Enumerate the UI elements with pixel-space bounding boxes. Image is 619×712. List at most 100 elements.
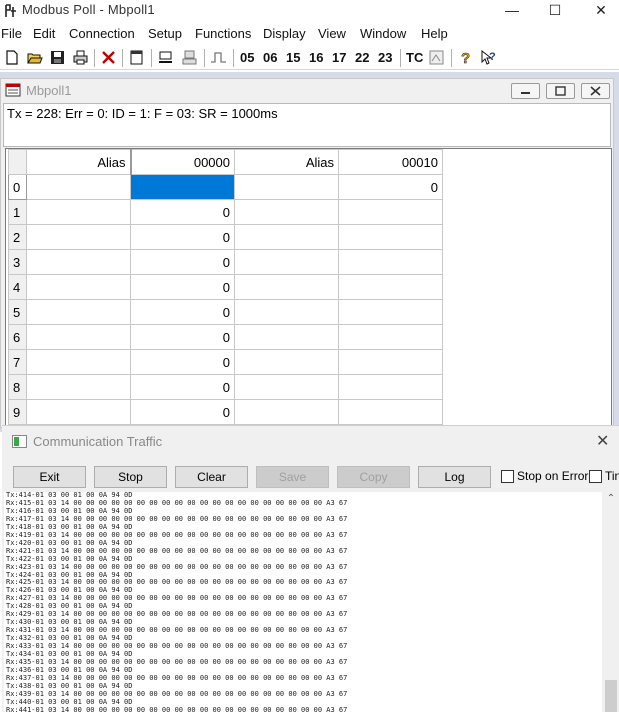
fc16-button[interactable]: 16 bbox=[309, 50, 323, 65]
register-grid[interactable]: Alias 00000 Alias 00010 0 0 1 0 2 0 3 0 … bbox=[5, 148, 612, 428]
register-value-cell[interactable] bbox=[338, 274, 443, 300]
register-value-cell[interactable]: 0 bbox=[130, 399, 235, 425]
close-icon[interactable]: ✕ bbox=[596, 431, 609, 451]
register-value-cell[interactable]: 0 bbox=[130, 324, 235, 350]
table-row: 6 0 bbox=[8, 324, 443, 350]
register-value-cell[interactable] bbox=[338, 199, 443, 225]
column-header-address[interactable]: 00010 bbox=[338, 149, 443, 175]
monitor-icon[interactable] bbox=[181, 49, 198, 66]
child-restore-button[interactable] bbox=[546, 83, 575, 99]
alias-cell[interactable] bbox=[26, 299, 131, 325]
minimize-button[interactable]: — bbox=[489, 0, 535, 22]
exit-button[interactable]: Exit bbox=[13, 466, 86, 488]
menu-display[interactable]: Display bbox=[263, 26, 306, 41]
fc06-button[interactable]: 06 bbox=[263, 50, 277, 65]
time-checkbox[interactable] bbox=[589, 470, 602, 483]
help-icon[interactable]: ? bbox=[457, 49, 474, 66]
fc17-button[interactable]: 17 bbox=[332, 50, 346, 65]
pulse-icon[interactable] bbox=[210, 49, 227, 66]
alias-cell[interactable] bbox=[234, 199, 339, 225]
alias-cell[interactable] bbox=[26, 374, 131, 400]
tc-button[interactable]: TC bbox=[406, 50, 423, 65]
read-write-icon[interactable] bbox=[157, 49, 174, 66]
alias-cell[interactable] bbox=[234, 349, 339, 375]
traffic-log-line: Rx:441-01 03 14 00 00 00 00 00 00 00 00 … bbox=[6, 705, 348, 712]
toolbar-separator bbox=[451, 49, 452, 67]
register-value-cell[interactable] bbox=[338, 399, 443, 425]
register-value-cell[interactable] bbox=[130, 174, 235, 200]
print-icon[interactable] bbox=[72, 49, 89, 66]
alias-cell[interactable] bbox=[234, 174, 339, 200]
fc05-button[interactable]: 05 bbox=[240, 50, 254, 65]
alias-cell[interactable] bbox=[26, 324, 131, 350]
toolbar: 05 06 15 16 17 22 23 TC ? ? bbox=[0, 46, 619, 70]
row-header: 5 bbox=[8, 299, 27, 325]
open-icon[interactable] bbox=[26, 49, 43, 66]
window-icon[interactable] bbox=[128, 49, 145, 66]
register-value-cell[interactable]: 0 bbox=[130, 224, 235, 250]
register-value-cell[interactable] bbox=[338, 349, 443, 375]
register-value-cell[interactable]: 0 bbox=[130, 374, 235, 400]
menu-setup[interactable]: Setup bbox=[148, 26, 182, 41]
alias-cell[interactable] bbox=[234, 324, 339, 350]
register-value-cell[interactable]: 0 bbox=[130, 349, 235, 375]
register-value-cell[interactable] bbox=[338, 299, 443, 325]
alias-cell[interactable] bbox=[234, 299, 339, 325]
menu-view[interactable]: View bbox=[318, 26, 346, 41]
save-button[interactable]: Save bbox=[256, 466, 329, 488]
menu-edit[interactable]: Edit bbox=[33, 26, 55, 41]
alias-cell[interactable] bbox=[26, 274, 131, 300]
menu-help[interactable]: Help bbox=[421, 26, 448, 41]
traffic-log[interactable]: Tx:414-01 03 00 01 00 0A 94 0D Rx:415-01 … bbox=[4, 492, 602, 712]
traffic-icon[interactable] bbox=[428, 49, 445, 66]
register-value-cell[interactable]: 0 bbox=[130, 299, 235, 325]
register-value-cell[interactable]: 0 bbox=[130, 199, 235, 225]
fc22-button[interactable]: 22 bbox=[355, 50, 369, 65]
scrollbar-thumb[interactable] bbox=[605, 680, 617, 712]
register-value-cell[interactable] bbox=[338, 374, 443, 400]
close-button[interactable]: ✕ bbox=[578, 0, 619, 22]
maximize-button[interactable]: ☐ bbox=[532, 0, 578, 22]
register-value-cell[interactable]: 0 bbox=[338, 174, 443, 200]
alias-cell[interactable] bbox=[26, 399, 131, 425]
column-header-alias[interactable]: Alias bbox=[234, 149, 339, 175]
register-value-cell[interactable]: 0 bbox=[130, 274, 235, 300]
alias-cell[interactable] bbox=[234, 224, 339, 250]
new-icon[interactable] bbox=[3, 49, 20, 66]
child-close-button[interactable] bbox=[581, 83, 610, 99]
alias-cell[interactable] bbox=[26, 199, 131, 225]
column-header-alias[interactable]: Alias bbox=[26, 149, 131, 175]
fc15-button[interactable]: 15 bbox=[286, 50, 300, 65]
stop-on-error-checkbox[interactable] bbox=[501, 470, 514, 483]
alias-cell[interactable] bbox=[26, 174, 131, 200]
log-button[interactable]: Log bbox=[418, 466, 491, 488]
window-title: Modbus Poll - Mbpoll1 bbox=[22, 2, 155, 17]
alias-cell[interactable] bbox=[234, 274, 339, 300]
menu-file[interactable]: File bbox=[1, 26, 22, 41]
fc23-button[interactable]: 23 bbox=[378, 50, 392, 65]
save-icon[interactable] bbox=[49, 49, 66, 66]
register-value-cell[interactable] bbox=[338, 324, 443, 350]
alias-cell[interactable] bbox=[234, 249, 339, 275]
alias-cell[interactable] bbox=[26, 224, 131, 250]
menu-connection[interactable]: Connection bbox=[69, 26, 135, 41]
register-value-cell[interactable] bbox=[338, 224, 443, 250]
toolbar-separator bbox=[204, 49, 205, 67]
traffic-scrollbar[interactable]: ⌃ bbox=[603, 492, 619, 712]
copy-button[interactable]: Copy bbox=[337, 466, 410, 488]
child-minimize-button[interactable] bbox=[511, 83, 540, 99]
register-value-cell[interactable]: 0 bbox=[130, 249, 235, 275]
alias-cell[interactable] bbox=[26, 349, 131, 375]
alias-cell[interactable] bbox=[26, 249, 131, 275]
delete-icon[interactable] bbox=[100, 49, 117, 66]
menu-functions[interactable]: Functions bbox=[195, 26, 251, 41]
context-help-icon[interactable]: ? bbox=[480, 49, 497, 66]
stop-button[interactable]: Stop bbox=[94, 466, 167, 488]
scroll-up-arrow-icon[interactable]: ⌃ bbox=[605, 494, 617, 504]
menu-window[interactable]: Window bbox=[360, 26, 406, 41]
column-header-address[interactable]: 00000 bbox=[129, 149, 235, 175]
clear-button[interactable]: Clear bbox=[175, 466, 248, 488]
alias-cell[interactable] bbox=[234, 399, 339, 425]
alias-cell[interactable] bbox=[234, 374, 339, 400]
register-value-cell[interactable] bbox=[338, 249, 443, 275]
